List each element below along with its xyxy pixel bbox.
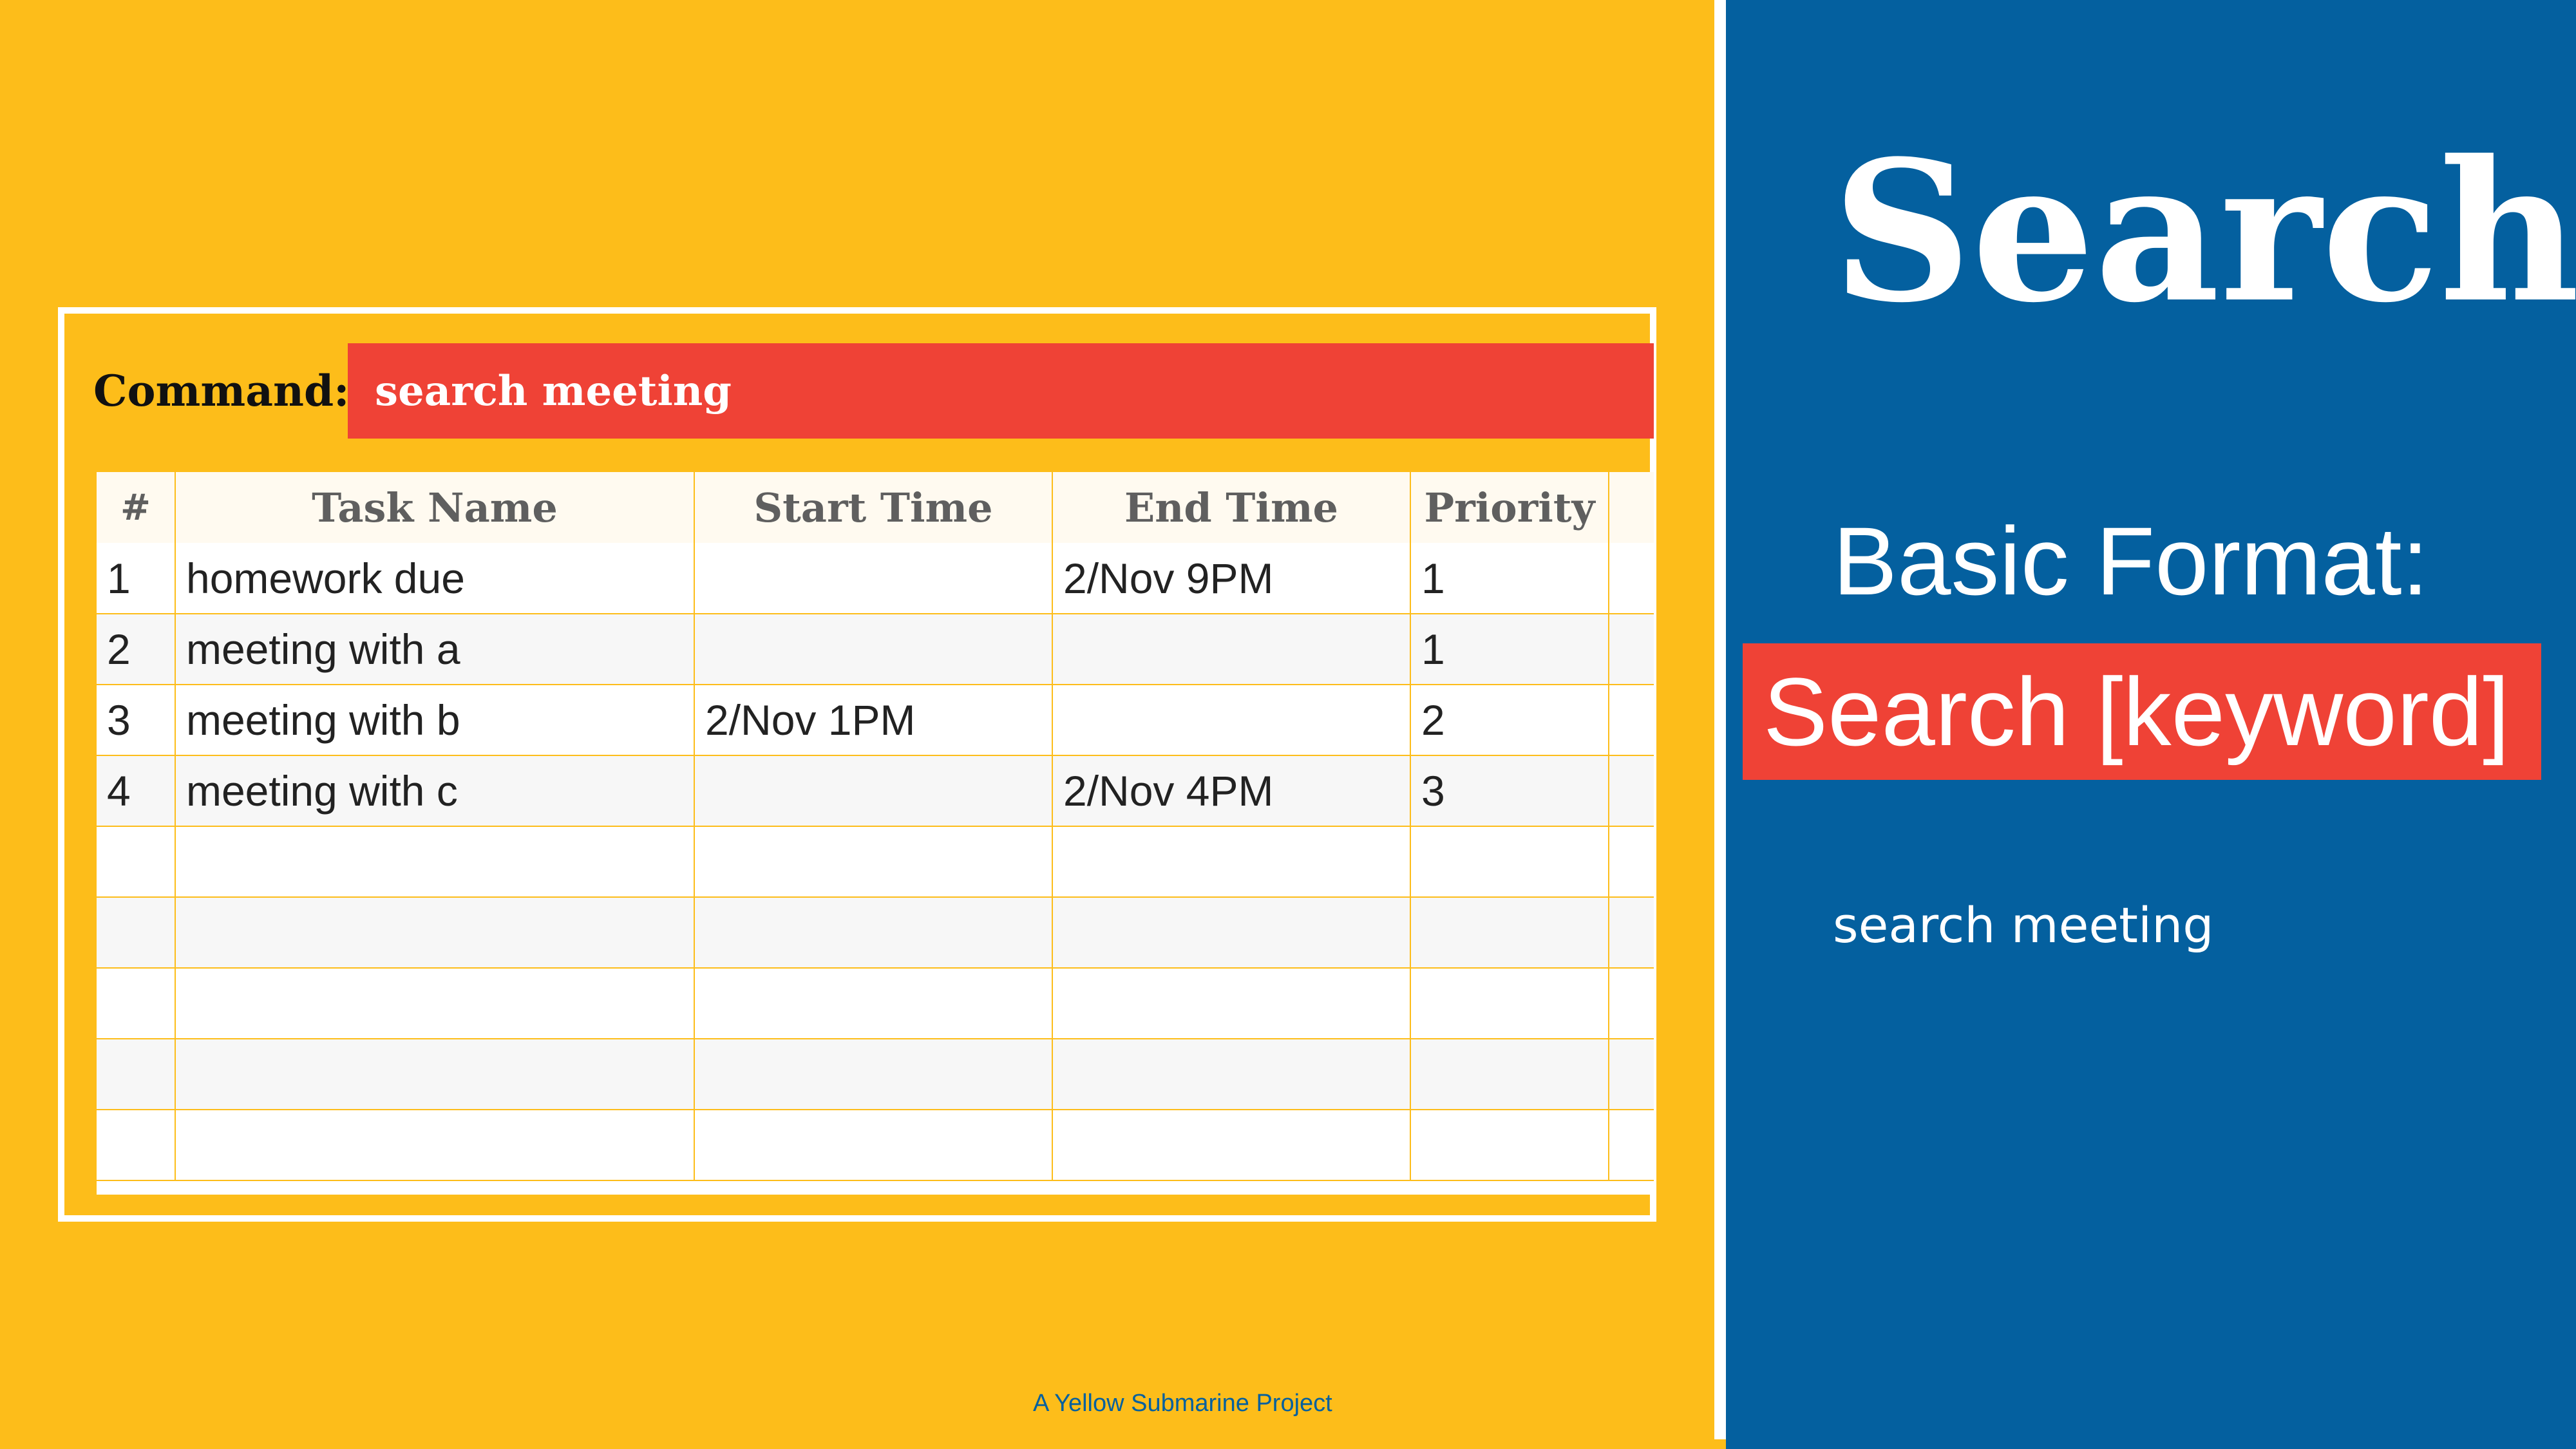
command-input[interactable]: search meeting — [348, 343, 1654, 439]
column-header-priority[interactable]: Priority — [1410, 472, 1609, 543]
cell-spacer — [1608, 543, 1654, 614]
table-row[interactable]: 2 meeting with a 1 — [97, 614, 1654, 685]
syntax-box: Search [keyword] — [1743, 643, 2541, 780]
cell-end-time — [1052, 685, 1410, 756]
cell-priority: 3 — [1410, 755, 1609, 827]
table-header-row: # Task Name Start Time End Time Priority — [97, 472, 1654, 543]
empty-table-row — [97, 826, 1654, 898]
cell-priority: 1 — [1410, 543, 1609, 614]
example-command: search meeting — [1833, 896, 2214, 954]
empty-table-row — [97, 1110, 1654, 1181]
command-input-text: search meeting — [375, 366, 732, 415]
syntax-text: Search [keyword] — [1763, 657, 2510, 766]
cell-number: 2 — [97, 614, 175, 685]
cell-spacer — [1608, 755, 1654, 827]
cell-number: 1 — [97, 543, 175, 614]
cell-task-name: homework due — [175, 543, 694, 614]
cell-task-name: meeting with c — [175, 755, 694, 827]
cell-number: 4 — [97, 755, 175, 827]
table-row[interactable]: 3 meeting with b 2/Nov 1PM 2 — [97, 685, 1654, 756]
cell-start-time — [694, 543, 1052, 614]
column-header-number[interactable]: # — [97, 472, 175, 543]
column-header-task-name[interactable]: Task Name — [175, 472, 694, 543]
cell-start-time — [694, 755, 1052, 827]
cell-number: 3 — [97, 685, 175, 756]
cell-end-time: 2/Nov 4PM — [1052, 755, 1410, 827]
cell-task-name: meeting with a — [175, 614, 694, 685]
cell-start-time — [694, 614, 1052, 685]
task-table: # Task Name Start Time End Time Priority… — [97, 472, 1654, 1195]
basic-format-label: Basic Format: — [1833, 507, 2429, 615]
panel-divider — [1714, 0, 1726, 1439]
panel-title: Search — [1832, 118, 2576, 345]
column-header-spacer — [1608, 472, 1654, 543]
cell-end-time — [1052, 614, 1410, 685]
column-header-start-time[interactable]: Start Time — [694, 472, 1052, 543]
cell-spacer — [1608, 614, 1654, 685]
footer-credit: A Yellow Submarine Project — [1033, 1390, 1332, 1417]
cell-priority: 2 — [1410, 685, 1609, 756]
empty-table-row — [97, 968, 1654, 1039]
cell-spacer — [1608, 685, 1654, 756]
table-row[interactable]: 4 meeting with c 2/Nov 4PM 3 — [97, 755, 1654, 827]
cell-start-time: 2/Nov 1PM — [694, 685, 1052, 756]
column-header-end-time[interactable]: End Time — [1052, 472, 1410, 543]
cell-end-time: 2/Nov 9PM — [1052, 543, 1410, 614]
command-label: Command: — [93, 366, 350, 416]
cell-task-name: meeting with b — [175, 685, 694, 756]
empty-table-row — [97, 897, 1654, 969]
empty-table-row — [97, 1039, 1654, 1110]
cell-priority: 1 — [1410, 614, 1609, 685]
table-row[interactable]: 1 homework due 2/Nov 9PM 1 — [97, 543, 1654, 614]
